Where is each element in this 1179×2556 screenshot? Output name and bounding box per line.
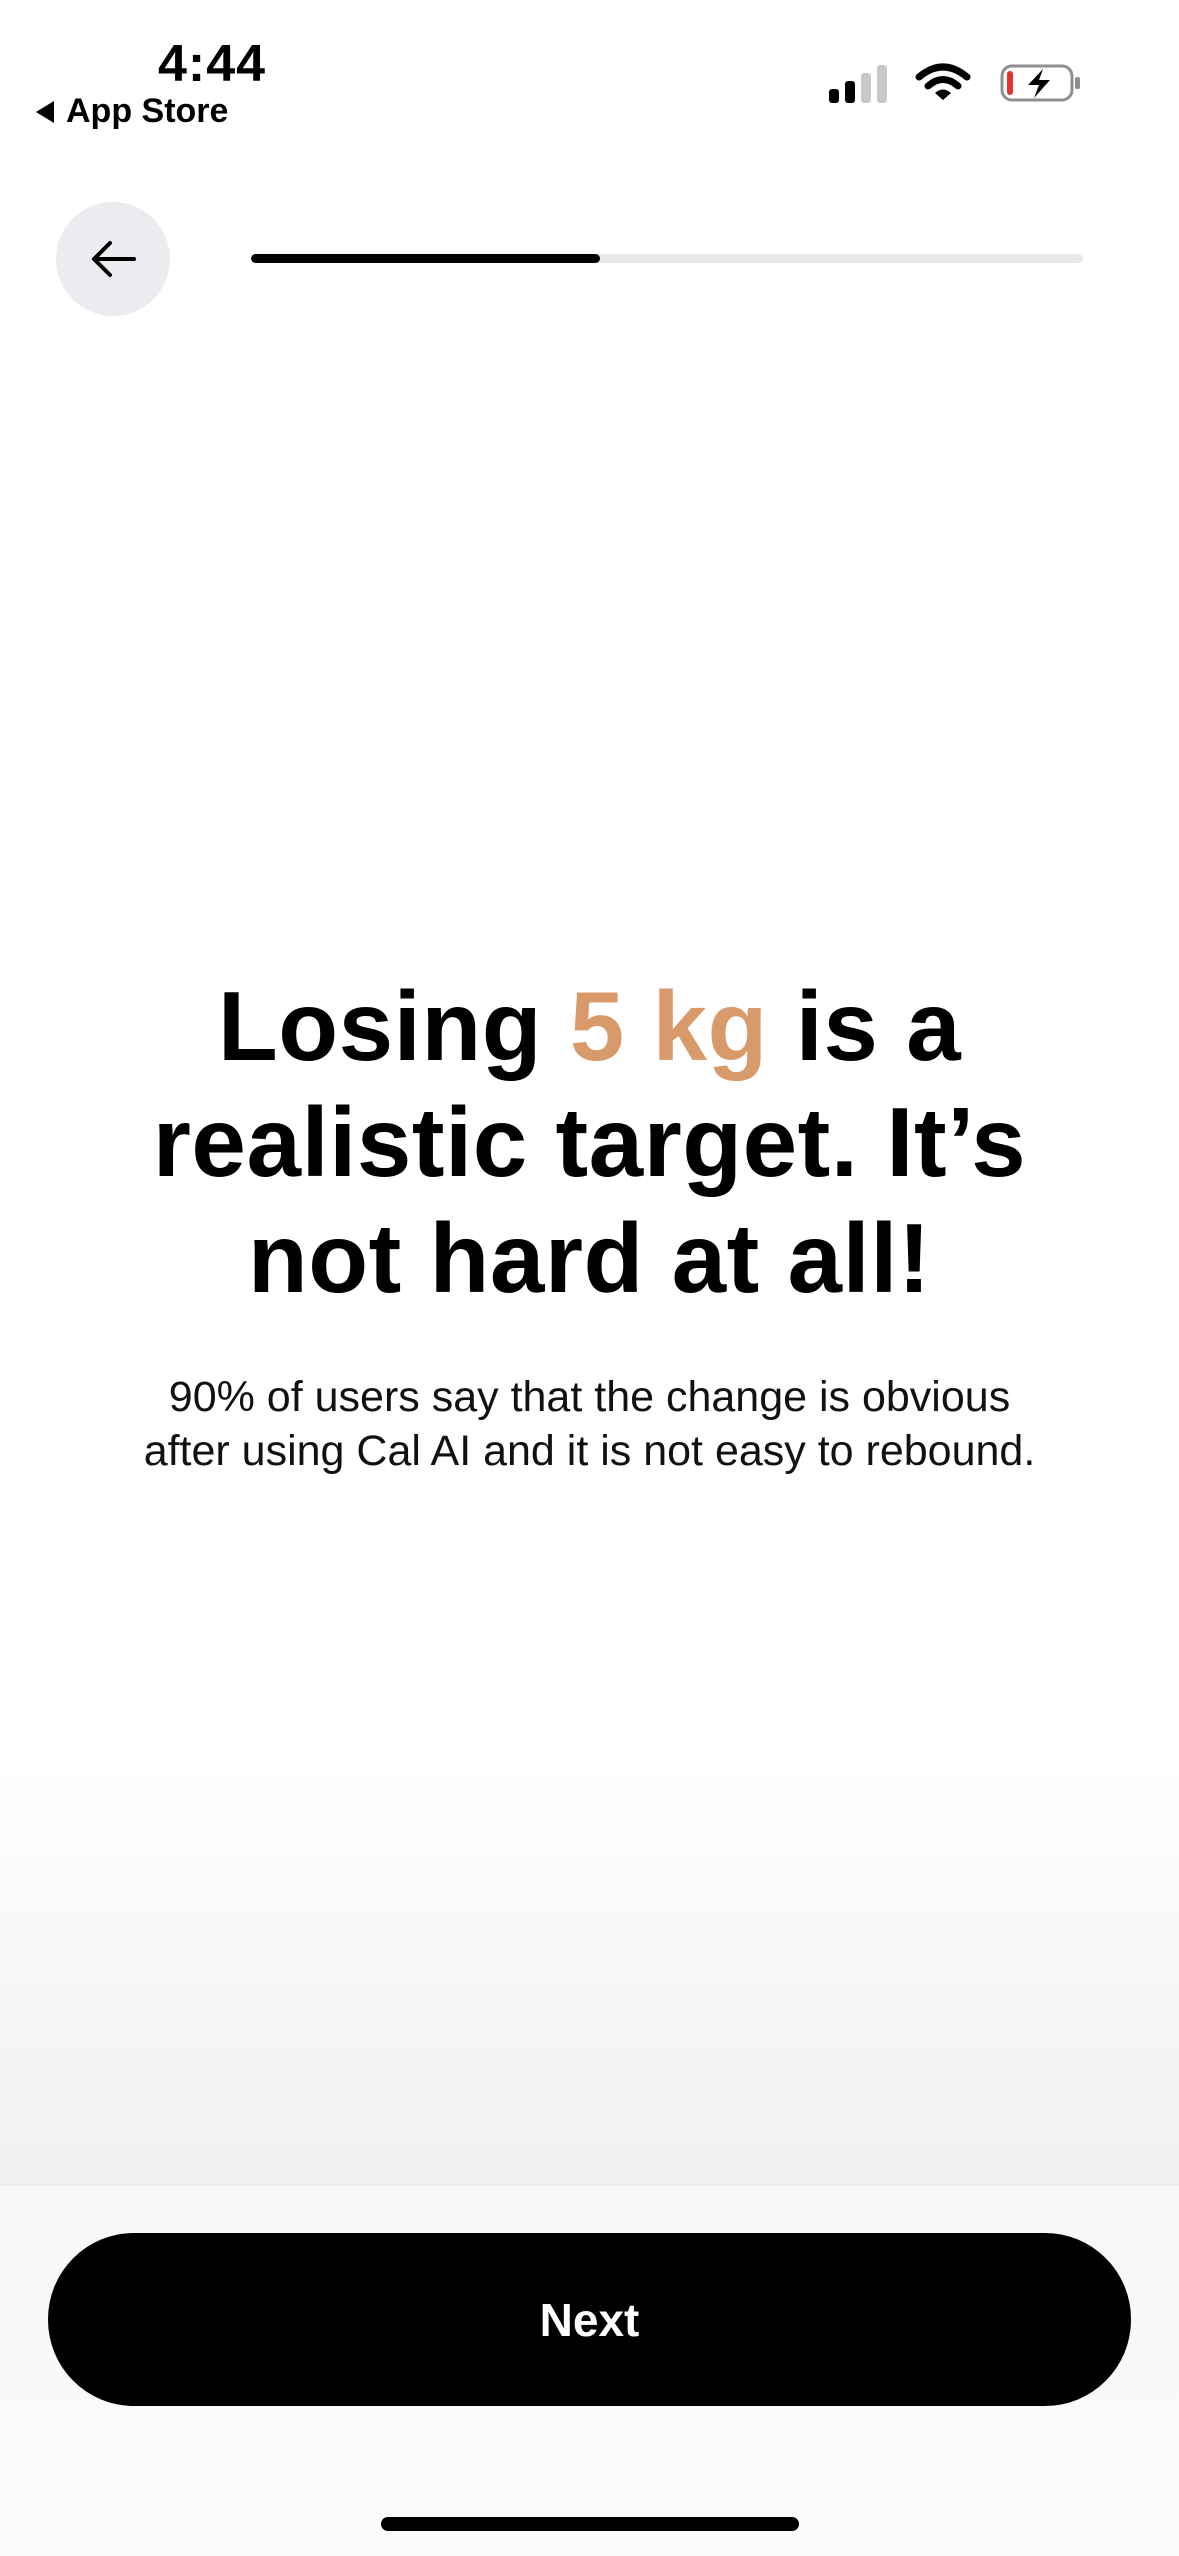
cellular-signal-icon [829,63,887,103]
home-indicator[interactable] [381,2517,799,2531]
headline: Losing 5 kg is a realistic target. It’s … [90,968,1089,1316]
back-triangle-icon [36,100,54,123]
onboarding-progress-bar [251,254,1083,263]
onboarding-screen: 4:44 App Store Losing 5 kg is a realisti… [0,0,1179,2556]
next-button[interactable]: Next [48,2233,1131,2406]
status-icons [829,62,1083,104]
app-store-back-link[interactable]: App Store [36,92,228,131]
footer-divider [0,2184,1179,2186]
arrow-left-icon [92,241,136,277]
back-button[interactable] [56,202,170,316]
headline-highlight: 5 kg [569,971,768,1081]
progress-fill [251,254,601,263]
headline-prefix: Losing [217,971,570,1081]
battery-charging-icon [1000,64,1080,102]
wifi-icon [915,63,971,100]
status-time: 4:44 [158,35,267,93]
app-store-label: App Store [66,92,229,130]
subtext: 90% of users say that the change is obvi… [143,1373,1036,1475]
